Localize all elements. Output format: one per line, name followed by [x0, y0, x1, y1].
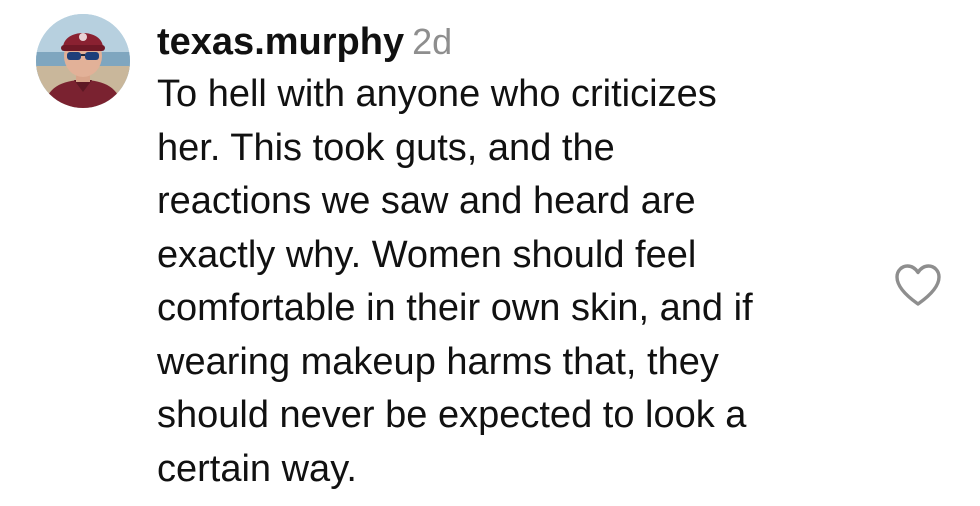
- comment-text-line: her. This took guts, and the: [157, 126, 615, 169]
- comment-text-line: should never be expected to look a: [157, 394, 747, 436]
- comment-text-line: comfortable in their own skin, and if: [157, 287, 753, 329]
- comment-text-line: wearing makeup harms that, they: [157, 340, 719, 383]
- avatar-photo-icon: [36, 14, 130, 108]
- username-link[interactable]: texas.murphy: [157, 21, 404, 63]
- comment-text-line: To hell with anyone who criticizes: [157, 73, 717, 115]
- comment: texas.murphy 2d To hell with anyone who c…: [0, 0, 980, 506]
- heart-outline-icon: [895, 264, 941, 306]
- comment-header: texas.murphy 2d: [157, 18, 452, 74]
- like-button[interactable]: [893, 262, 943, 308]
- comment-timestamp: 2d: [412, 21, 453, 62]
- comment-text-line: exactly why. Women should feel: [157, 233, 697, 276]
- comment-text: To hell with anyone who criticizes her. …: [157, 68, 877, 496]
- comment-text-line: certain way.: [157, 447, 357, 490]
- comment-text-line: reactions we saw and heard are: [157, 180, 696, 222]
- avatar[interactable]: [36, 14, 130, 108]
